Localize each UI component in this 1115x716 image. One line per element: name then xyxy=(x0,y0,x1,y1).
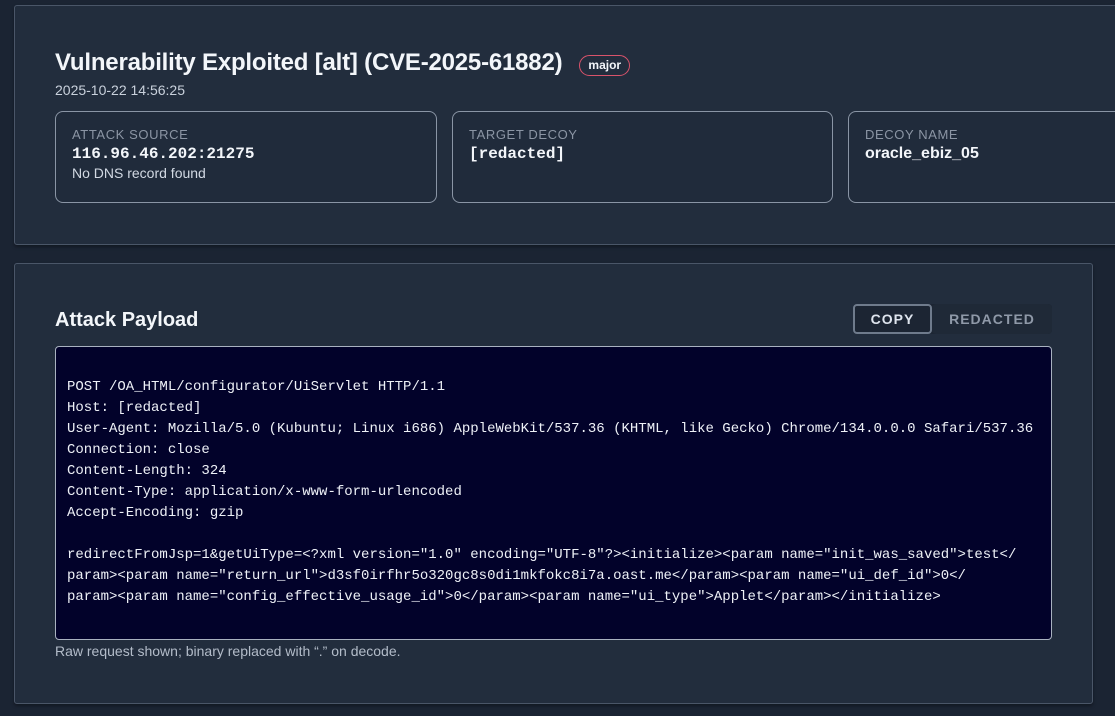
decoy-name-box: DECOY NAME oracle_ebiz_05 xyxy=(848,111,1115,203)
payload-line: User-Agent: Mozilla/5.0 (Kubuntu; Linux … xyxy=(67,421,1034,437)
payload-line: Connection: close xyxy=(67,442,210,458)
attack-source-value[interactable]: 116.96.46.202:21275 xyxy=(72,145,254,163)
copy-button[interactable]: COPY xyxy=(853,304,932,334)
alert-summary-card: Vulnerability Exploited [alt] (CVE-2025-… xyxy=(14,5,1115,245)
decoy-name-value[interactable]: oracle_ebiz_05 xyxy=(865,145,979,163)
attack-source-box: ATTACK SOURCE 116.96.46.202:21275 No DNS… xyxy=(55,111,437,203)
payload-line: Host: [redacted] xyxy=(67,400,202,416)
payload-text-area[interactable]: POST /OA_HTML/configurator/UiServlet HTT… xyxy=(55,346,1052,640)
payload-view-toggle: COPY REDACTED xyxy=(853,304,1052,334)
payload-line: Content-Type: application/x-www-form-url… xyxy=(67,484,462,500)
payload-line: redirectFromJsp=1&getUiType=<?xml versio… xyxy=(67,547,1017,563)
target-decoy-box: TARGET DECOY [redacted] xyxy=(452,111,833,203)
alert-timestamp: 2025-10-22 14:56:25 xyxy=(55,82,185,98)
alert-title-row: Vulnerability Exploited [alt] (CVE-2025-… xyxy=(55,49,631,77)
attack-source-label: ATTACK SOURCE xyxy=(72,127,189,142)
target-decoy-value: [redacted] xyxy=(469,145,566,163)
payload-line: POST /OA_HTML/configurator/UiServlet HTT… xyxy=(67,379,446,395)
payload-line: param><param name="config_effective_usag… xyxy=(67,589,941,605)
payload-card: Attack Payload COPY REDACTED POST /OA_HT… xyxy=(14,263,1093,704)
payload-section-title: Attack Payload xyxy=(55,309,199,331)
payload-line xyxy=(67,524,1051,545)
payload-line: Content-Length: 324 xyxy=(67,463,227,479)
alert-title: Vulnerability Exploited [alt] (CVE-2025-… xyxy=(55,49,563,76)
target-decoy-label: TARGET DECOY xyxy=(469,127,578,142)
severity-badge: major xyxy=(579,54,631,76)
decoy-name-label: DECOY NAME xyxy=(865,127,959,142)
payload-line: param><param name="return_url">d3sf0irfh… xyxy=(67,568,966,584)
redacted-toggle-button[interactable]: REDACTED xyxy=(932,304,1052,334)
payload-line: Accept-Encoding: gzip xyxy=(67,505,244,521)
payload-note: Raw request shown; binary replaced with … xyxy=(55,643,401,659)
attack-source-dns: No DNS record found xyxy=(72,165,206,181)
